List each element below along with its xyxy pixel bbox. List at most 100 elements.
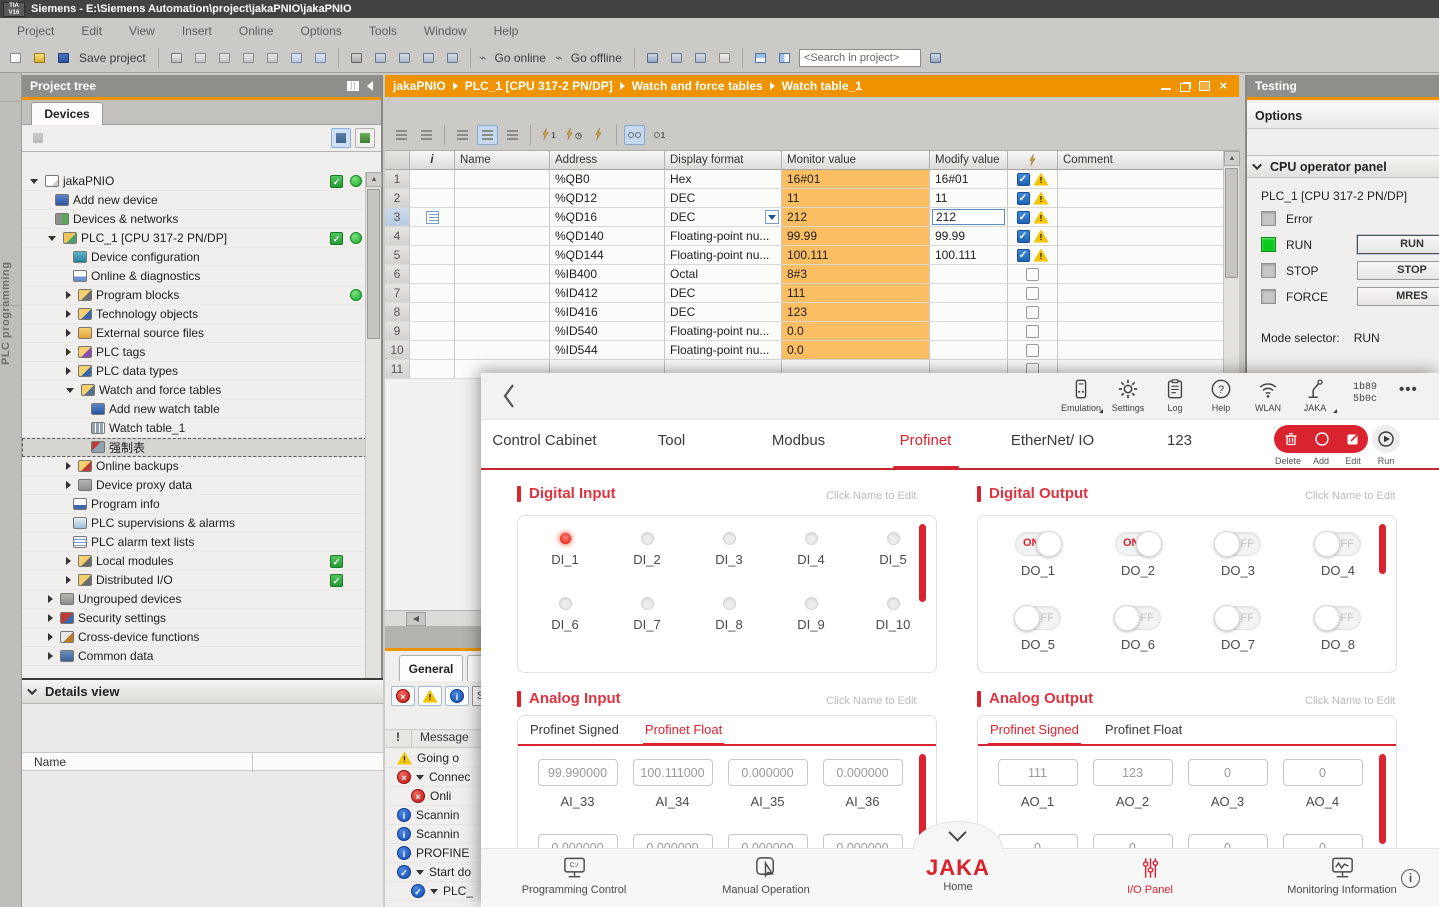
tree-item[interactable]: Ungrouped devices: [22, 590, 367, 609]
analog-output-channel-label[interactable]: AO_1: [1021, 794, 1054, 809]
stop-cpu-icon[interactable]: [443, 49, 462, 67]
more-options-icon[interactable]: •••: [1399, 381, 1418, 398]
info-icon[interactable]: i: [1401, 869, 1420, 888]
watch-table-row[interactable]: 10%ID544Floating-point nu...0.0: [385, 341, 1239, 360]
jaka-robot-icon[interactable]: JAKA: [1292, 378, 1338, 414]
modify-enable-checkbox[interactable]: [1026, 325, 1039, 338]
tree-item[interactable]: Add new watch table: [22, 400, 367, 419]
go-offline-icon[interactable]: ⌁: [555, 50, 563, 66]
analog-output-channel-label[interactable]: AO_3: [1211, 794, 1244, 809]
analog-output-value-field[interactable]: 123: [1093, 759, 1173, 786]
di-channel-label[interactable]: DI_1: [551, 552, 578, 567]
menu-view[interactable]: View: [129, 24, 155, 38]
undo-icon[interactable]: [287, 49, 306, 67]
options-section-header[interactable]: Options: [1247, 103, 1439, 129]
digital-input-hint[interactable]: Click Name to Edit: [826, 490, 916, 502]
wlan-icon[interactable]: WLAN: [1245, 378, 1291, 414]
modify-enable-checkbox[interactable]: [1026, 268, 1039, 281]
paste-icon[interactable]: [239, 49, 258, 67]
tree-item[interactable]: Watch and force tables: [22, 381, 367, 400]
tree-item[interactable]: Program info: [22, 495, 367, 514]
digital-output-scrollbar[interactable]: [1379, 524, 1386, 574]
collapsed-arrow-icon[interactable]: [66, 557, 71, 565]
nav-programming-control[interactable]: C:/ Programming Control: [499, 855, 649, 896]
do-channel-label[interactable]: DO_7: [1221, 637, 1255, 652]
nav-monitoring-information[interactable]: Monitoring Information: [1267, 855, 1417, 896]
save-project-icon[interactable]: [54, 49, 73, 67]
settings-gear-icon[interactable]: Settings: [1105, 378, 1151, 414]
open-reference-icon[interactable]: [355, 128, 375, 148]
tree-item[interactable]: Program blocks: [22, 286, 367, 305]
menu-options[interactable]: Options: [301, 24, 342, 38]
list-view-icon[interactable]: [331, 128, 351, 148]
tree-item[interactable]: Cross-device functions: [22, 628, 367, 647]
collapsed-arrow-icon[interactable]: [66, 576, 71, 584]
tree-item[interactable]: Device configuration: [22, 248, 367, 267]
modify-enable-checkbox[interactable]: ✓: [1017, 230, 1030, 243]
run-icon[interactable]: [1372, 425, 1400, 453]
di-channel-label[interactable]: DI_9: [797, 617, 824, 632]
analog-input-channel-label[interactable]: AI_34: [656, 794, 690, 809]
di-channel-label[interactable]: DI_8: [715, 617, 742, 632]
analog-output-value-field[interactable]: 0: [1188, 759, 1268, 786]
di-channel-label[interactable]: DI_6: [551, 617, 578, 632]
scroll-up-icon[interactable]: ▲: [1224, 151, 1240, 166]
tab-devices[interactable]: Devices: [31, 102, 103, 125]
modify-enable-checkbox[interactable]: [1026, 287, 1039, 300]
plc-programming-rail-label[interactable]: PLC programming: [0, 213, 22, 413]
remove-connection-icon[interactable]: [715, 49, 734, 67]
do-toggle[interactable]: ON: [1015, 532, 1061, 556]
breadcrumb-item[interactable]: jakaPNIO: [393, 79, 446, 93]
cross-references-icon[interactable]: [691, 49, 710, 67]
collapsed-arrow-icon[interactable]: [66, 348, 71, 356]
tree-item[interactable]: Watch table_1: [22, 419, 367, 438]
start-simulation-icon[interactable]: [667, 49, 686, 67]
collapsed-arrow-icon[interactable]: [66, 367, 71, 375]
do-channel-label[interactable]: DO_4: [1321, 563, 1355, 578]
compile-icon[interactable]: [347, 49, 366, 67]
float-window-icon[interactable]: [1180, 83, 1190, 92]
tree-item[interactable]: Devices & networks: [22, 210, 367, 229]
new-folder-icon[interactable]: [28, 128, 48, 148]
modify-all-icon[interactable]: [588, 125, 609, 145]
modify-value-input[interactable]: 212: [932, 209, 1005, 225]
analog-output-hint[interactable]: Click Name to Edit: [1305, 695, 1395, 707]
tree-item[interactable]: PLC alarm text lists: [22, 533, 367, 552]
di-channel-label[interactable]: DI_2: [633, 552, 660, 567]
collapsed-arrow-icon[interactable]: [66, 481, 71, 489]
do-toggle[interactable]: OFF: [1015, 606, 1061, 630]
tree-item[interactable]: Online & diagnostics: [22, 267, 367, 286]
download-to-device-icon[interactable]: [371, 49, 390, 67]
analog-input-value-field[interactable]: 99.990000: [538, 759, 618, 786]
details-view-header[interactable]: Details view: [22, 680, 383, 704]
breadcrumb-item[interactable]: Watch table_1: [782, 79, 862, 93]
new-project-icon[interactable]: [6, 49, 25, 67]
tree-item[interactable]: Add new device: [22, 191, 367, 210]
menu-window[interactable]: Window: [424, 24, 467, 38]
di-channel-label[interactable]: DI_7: [633, 617, 660, 632]
analog-input-channel-label[interactable]: AI_35: [751, 794, 785, 809]
minimize-icon[interactable]: [1161, 82, 1171, 90]
watch-table-row[interactable]: 5%QD144Floating-point nu...100.111100.11…: [385, 246, 1239, 265]
cut-icon[interactable]: [191, 49, 210, 67]
collapsed-arrow-icon[interactable]: [48, 614, 53, 622]
scrollbar-thumb[interactable]: [1225, 168, 1238, 278]
modify-enable-checkbox[interactable]: ✓: [1017, 211, 1030, 224]
collapsed-arrow-icon[interactable]: [66, 329, 71, 337]
modify-enable-checkbox[interactable]: ✓: [1017, 173, 1030, 186]
di-channel-label[interactable]: DI_10: [876, 617, 911, 632]
tab-general[interactable]: General: [399, 655, 463, 681]
watch-table-row[interactable]: 3%QD16DEC212212✓!: [385, 208, 1239, 227]
do-toggle[interactable]: OFF: [1315, 532, 1361, 556]
redo-icon[interactable]: [311, 49, 330, 67]
do-toggle[interactable]: OFF: [1215, 532, 1261, 556]
tree-item[interactable]: Device proxy data: [22, 476, 367, 495]
collapsed-arrow-icon[interactable]: [48, 652, 53, 660]
watch-table-row[interactable]: 1%QB0Hex16#0116#01✓!: [385, 170, 1239, 189]
expand-arrow-icon[interactable]: [416, 870, 424, 875]
jaka-tab-modbus[interactable]: Modbus: [735, 432, 862, 456]
do-toggle[interactable]: OFF: [1315, 606, 1361, 630]
watch-table-vscrollbar[interactable]: ▲: [1223, 151, 1239, 379]
expanded-arrow-icon[interactable]: [66, 388, 74, 393]
split-editor-horizontal-icon[interactable]: [751, 49, 770, 67]
